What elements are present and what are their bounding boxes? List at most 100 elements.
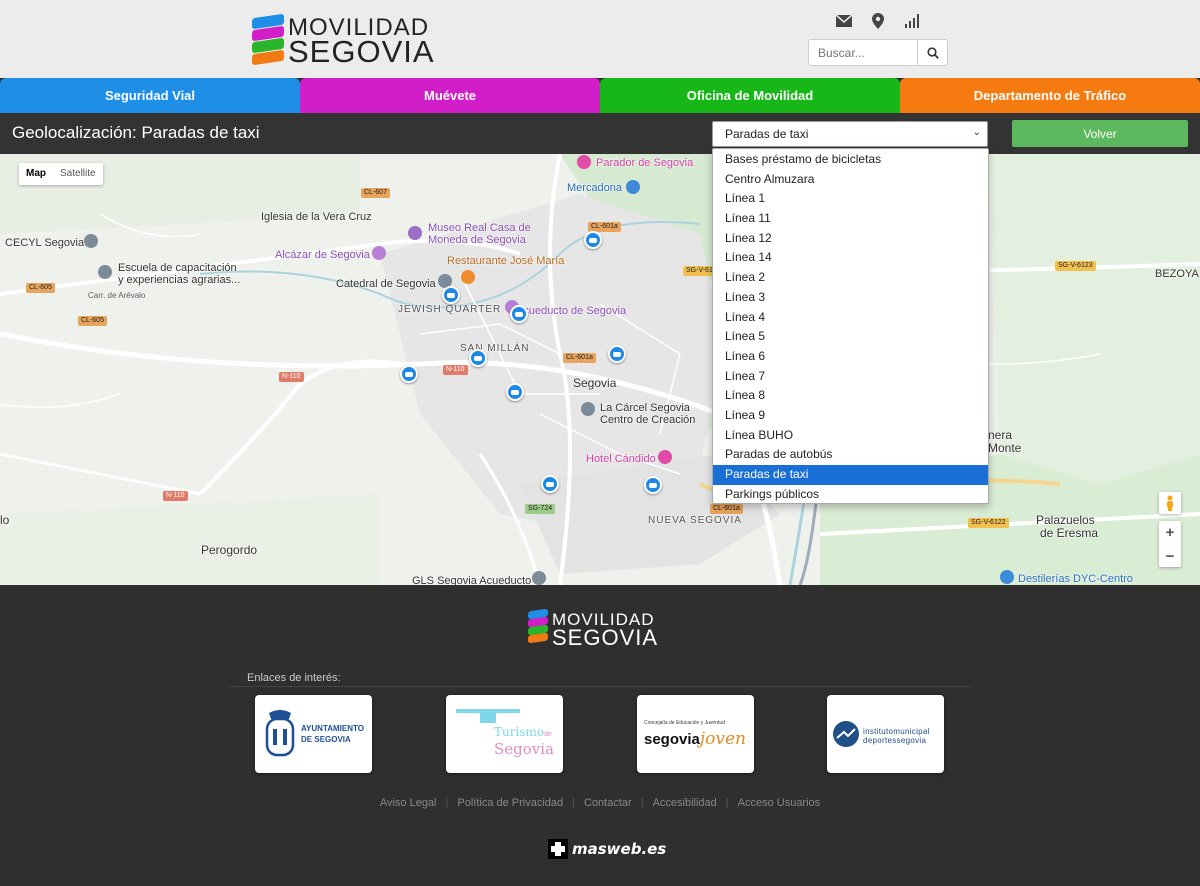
taxi-icon — [474, 355, 482, 361]
map-label-alcazar: Alcázar de Segovia — [275, 249, 370, 261]
road-shield: CL-605 — [78, 316, 107, 326]
divider — [230, 686, 970, 687]
dropdown-option[interactable]: Línea 3 — [713, 288, 988, 308]
map-label-bezoya: BEZOYA — [1155, 268, 1199, 280]
taxi-stop-marker[interactable] — [442, 286, 460, 304]
footer-logo-text-bottom: SEGOVIA — [552, 625, 659, 650]
dropdown-option[interactable]: Línea 4 — [713, 308, 988, 328]
dropdown-option[interactable]: Línea 11 — [713, 209, 988, 229]
search-button[interactable] — [917, 40, 947, 65]
dropdown-option[interactable]: Línea 1 — [713, 189, 988, 209]
dropdown-option[interactable]: Bases préstamo de bicicletas — [713, 150, 988, 170]
map-label-mercadona: Mercadona — [567, 182, 623, 194]
search-box — [808, 39, 948, 66]
zoom-in-button[interactable]: + — [1159, 521, 1181, 543]
footer-link-contactar[interactable]: Contactar — [575, 797, 641, 809]
taxi-stop-marker[interactable] — [506, 383, 524, 401]
taxi-icon — [589, 237, 597, 243]
map-type-control: Map Satellite — [19, 163, 103, 185]
dropdown-option[interactable]: Paradas de autobús — [713, 445, 988, 465]
partner-segovia-joven-link[interactable]: Concejalía de Educación y Juventud segov… — [637, 695, 754, 773]
dropdown-option[interactable]: Línea BUHO — [713, 426, 988, 446]
coat-of-arms-icon — [265, 710, 295, 757]
dropdown-option[interactable]: Línea 12 — [713, 229, 988, 249]
landmark-icon — [372, 246, 386, 260]
joven-heading-text: Concejalía de Educación y Juventud — [644, 719, 725, 726]
taxi-stop-marker[interactable] — [541, 475, 559, 493]
dropdown-option[interactable]: Centro Almuzara — [713, 170, 988, 190]
road-shield: SG-724 — [525, 504, 556, 514]
street-view-pegman[interactable] — [1159, 492, 1181, 514]
nav-muevete[interactable]: Muévete — [300, 78, 600, 113]
map-label-monte: Monte — [988, 441, 1022, 455]
footer-link-acceso-usuarios[interactable]: Acceso Usuarios — [729, 797, 830, 809]
nav-oficina-movilidad[interactable]: Oficina de Movilidad — [600, 78, 900, 113]
map-label-palazuelos-2: de Eresma — [1040, 526, 1099, 540]
map-label-nera: nera — [988, 428, 1013, 442]
map-canvas[interactable]: Map Satellite Parador de Segovia Mercado… — [0, 154, 1200, 585]
dropdown-option[interactable]: Parkings públicos — [713, 485, 988, 505]
dropdown-option-selected[interactable]: Paradas de taxi — [713, 465, 988, 485]
dropdown-option[interactable]: Línea 14 — [713, 248, 988, 268]
masweb-logo-icon — [548, 839, 568, 859]
main-nav: Seguridad Vial Muévete Oficina de Movili… — [0, 78, 1200, 113]
logo-text-bottom: SEGOVIA — [288, 34, 435, 69]
shopping-icon — [1000, 570, 1014, 584]
dropdown-option[interactable]: Línea 7 — [713, 367, 988, 387]
zoom-out-button[interactable]: − — [1159, 545, 1181, 567]
nav-seguridad-vial[interactable]: Seguridad Vial — [0, 78, 300, 113]
map-label-hotel: Hotel Cándido — [586, 453, 656, 465]
map-label-carcel-2: Centro de Creación — [600, 414, 696, 426]
joven-segovia-text: segovia — [644, 730, 700, 748]
partner-turismo-link[interactable]: Turismode Segovia — [446, 695, 563, 773]
masweb-credit-link[interactable]: masweb.es — [548, 838, 666, 860]
shopping-icon — [626, 180, 640, 194]
nav-departamento-trafico[interactable]: Departamento de Tráfico — [900, 78, 1200, 113]
page-title: Geolocalización: Paradas de taxi — [12, 123, 260, 142]
footer-link-accesibilidad[interactable]: Accesibilidad — [644, 797, 726, 809]
dropdown-option[interactable]: Línea 6 — [713, 347, 988, 367]
footer: MOVILIDAD SEGOVIA Enlaces de interés: AY… — [0, 585, 1200, 886]
taxi-stop-marker[interactable] — [469, 349, 487, 367]
footer-logo[interactable]: MOVILIDAD SEGOVIA — [528, 608, 678, 650]
map-label-catedral: Catedral de Segovia — [336, 278, 436, 290]
dropdown-option[interactable]: Línea 2 — [713, 268, 988, 288]
map-label-acueducto: Acueducto de Segovia — [516, 305, 627, 317]
taxi-stop-marker[interactable] — [400, 365, 418, 383]
imd-emblem-icon — [833, 721, 859, 747]
map-label-restaurante: Restaurante José María — [447, 255, 565, 267]
map-label-cecyl: CECYL Segovia — [5, 237, 85, 249]
map-type-map[interactable]: Map — [19, 163, 53, 185]
dropdown-option[interactable]: Línea 5 — [713, 327, 988, 347]
footer-link-privacidad[interactable]: Política de Privacidad — [448, 797, 572, 809]
taxi-stop-marker[interactable] — [644, 476, 662, 494]
taxi-stop-marker[interactable] — [584, 231, 602, 249]
site-logo[interactable]: MOVILIDAD SEGOVIA — [252, 13, 457, 69]
layer-select[interactable]: Paradas de taxi ⌄ — [712, 121, 988, 147]
road-shield: N-110 — [163, 491, 188, 501]
place-icon — [581, 402, 595, 416]
taxi-icon — [515, 311, 523, 317]
search-input[interactable] — [809, 40, 919, 65]
layer-select-dropdown: Bases préstamo de bicicletas Centro Almu… — [712, 148, 989, 504]
taxi-icon — [447, 292, 455, 298]
taxi-icon — [511, 389, 519, 395]
taxi-stop-marker[interactable] — [510, 305, 528, 323]
signal-icon[interactable] — [902, 11, 922, 31]
dropdown-option[interactable]: Línea 8 — [713, 386, 988, 406]
taxi-stop-marker[interactable] — [608, 345, 626, 363]
hotel-icon — [658, 450, 672, 464]
dropdown-option[interactable]: Línea 9 — [713, 406, 988, 426]
taxi-icon — [649, 482, 657, 488]
links-heading: Enlaces de interés: — [247, 672, 341, 684]
envelope-icon[interactable] — [834, 11, 854, 31]
museum-icon — [408, 226, 422, 240]
map-pin-icon[interactable] — [868, 11, 888, 31]
partner-imd-link[interactable]: institutomunicipal deportessegovia — [827, 695, 944, 773]
partner-ayuntamiento-link[interactable]: AYUNTAMIENTO DE SEGOVIA — [255, 695, 372, 773]
map-label-gls: GLS Segovia Acueducto — [412, 575, 532, 585]
map-type-satellite[interactable]: Satellite — [53, 163, 103, 185]
footer-link-aviso-legal[interactable]: Aviso Legal — [371, 797, 446, 809]
map-label-escuela-2: y experiencias agrarias... — [118, 274, 241, 286]
back-button[interactable]: Volver — [1012, 120, 1188, 147]
